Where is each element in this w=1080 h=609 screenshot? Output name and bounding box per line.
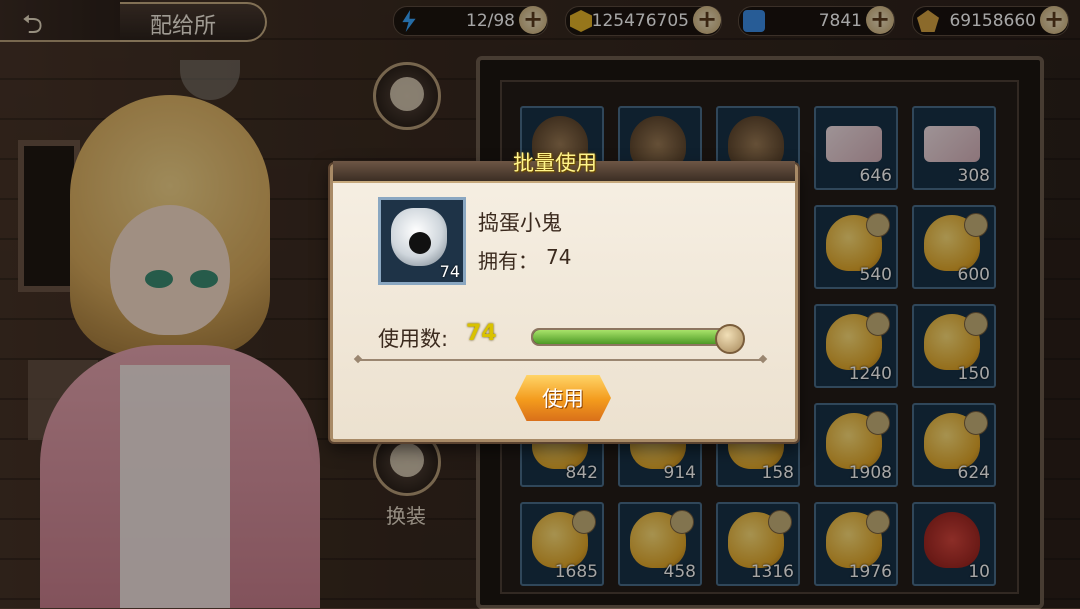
ghost-mouth [409,232,431,254]
dialog-divider [358,359,763,361]
dialog-title: 批量使用 [513,151,597,175]
item-name: 捣蛋小鬼 [478,211,562,235]
slider-fill [533,330,733,344]
quantity-slider[interactable] [531,324,745,354]
item-count: 74 [439,262,460,281]
slider-handle[interactable] [715,324,745,354]
item-icon-frame: 74 [378,197,466,285]
owned-value: 74 [546,245,572,269]
use-count-value: 74 [466,321,497,346]
use-count-label: 使用数: [378,327,449,351]
batch-use-dialog: 批量使用 74 捣蛋小鬼 拥有： 74 使用数: 74 使用 [330,151,798,442]
use-button[interactable]: 使用 [515,375,611,421]
owned-label: 拥有： [478,249,538,273]
